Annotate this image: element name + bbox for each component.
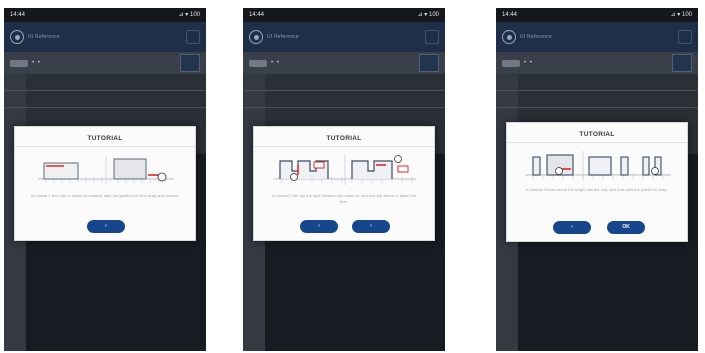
status-icons: ⊿ ▾ 100 bbox=[417, 12, 439, 18]
title-divider bbox=[254, 146, 434, 147]
dialog-title: TUTORIAL bbox=[87, 135, 123, 142]
row-divider bbox=[4, 90, 206, 91]
tutorial-dialog: TUTORIAL In tutorial 2 the tap the spot … bbox=[253, 126, 435, 241]
title-divider bbox=[15, 146, 195, 147]
app-bar: UI Reference bbox=[496, 22, 698, 52]
title-divider bbox=[507, 142, 687, 143]
app-logo-icon bbox=[10, 30, 24, 44]
phone-screen-1: 14:44 ⊿ ▾ 100 UI Reference • • TUTORIAL bbox=[4, 8, 206, 351]
toolbar-chip[interactable] bbox=[10, 59, 28, 67]
app-bar: UI Reference bbox=[243, 22, 445, 52]
app-title: UI Reference bbox=[267, 34, 299, 40]
status-bar: 14:44 ⊿ ▾ 100 bbox=[243, 8, 445, 22]
row-divider bbox=[496, 107, 698, 108]
app-logo-icon bbox=[502, 30, 516, 44]
status-bar: 14:44 ⊿ ▾ 100 bbox=[4, 8, 206, 22]
row-divider bbox=[243, 90, 445, 91]
menu-button[interactable] bbox=[678, 30, 692, 44]
row-divider bbox=[496, 90, 698, 91]
status-bar: 14:44 ⊿ ▾ 100 bbox=[496, 8, 698, 22]
tutorial-illustration bbox=[525, 151, 671, 181]
dialog-title: TUTORIAL bbox=[579, 131, 615, 138]
grid-view-button[interactable] bbox=[672, 54, 692, 72]
app-title: UI Reference bbox=[520, 34, 552, 40]
status-icons: ⊿ ▾ 100 bbox=[670, 12, 692, 18]
ok-button[interactable]: OK bbox=[607, 221, 645, 234]
row-divider bbox=[4, 107, 206, 108]
grid-view-button[interactable] bbox=[180, 54, 200, 72]
status-time: 14:44 bbox=[249, 12, 265, 18]
grid-view-button[interactable] bbox=[419, 54, 439, 72]
toolbar-label: • • bbox=[271, 60, 280, 66]
menu-button[interactable] bbox=[425, 30, 439, 44]
next-button[interactable]: › bbox=[352, 220, 390, 233]
toolbar-label: • • bbox=[32, 60, 41, 66]
app-logo-icon bbox=[249, 30, 263, 44]
next-button[interactable]: › bbox=[87, 220, 125, 233]
menu-button[interactable] bbox=[186, 30, 200, 44]
toolbar: • • bbox=[496, 52, 698, 74]
app-title: UI Reference bbox=[28, 34, 60, 40]
tutorial-illustration bbox=[38, 157, 174, 185]
dialog-title: TUTORIAL bbox=[326, 135, 362, 142]
tutorial-illustration bbox=[274, 155, 416, 185]
app-bar: UI Reference bbox=[4, 22, 206, 52]
previous-button[interactable]: ‹ bbox=[553, 221, 591, 234]
phone-screen-3: 14:44 ⊿ ▾ 100 UI Reference • • TUTORIAL bbox=[496, 8, 698, 351]
tutorial-dialog: TUTORIAL In tutorial 1 the note is shown… bbox=[14, 126, 196, 241]
dialog-instructions: In tutorial 1 the note is shown a moment… bbox=[30, 193, 180, 198]
toolbar-chip[interactable] bbox=[502, 59, 520, 67]
phone-screen-2: 14:44 ⊿ ▾ 100 UI Reference • • TUTORIAL bbox=[243, 8, 445, 351]
toolbar-chip[interactable] bbox=[249, 59, 267, 67]
toolbar: • • bbox=[4, 52, 206, 74]
dialog-instructions: In tutorial 2 the tap the spot between t… bbox=[272, 193, 416, 204]
toolbar: • • bbox=[243, 52, 445, 74]
previous-button[interactable]: ‹ bbox=[300, 220, 338, 233]
dialog-instructions: In tutorial 3 from where the single has … bbox=[526, 187, 668, 192]
status-time: 14:44 bbox=[10, 12, 26, 18]
row-divider bbox=[243, 107, 445, 108]
tutorial-dialog: TUTORIAL In tutorial 3 from where the si… bbox=[506, 122, 688, 242]
status-icons: ⊿ ▾ 100 bbox=[178, 12, 200, 18]
toolbar-label: • • bbox=[524, 60, 533, 66]
status-time: 14:44 bbox=[502, 12, 518, 18]
